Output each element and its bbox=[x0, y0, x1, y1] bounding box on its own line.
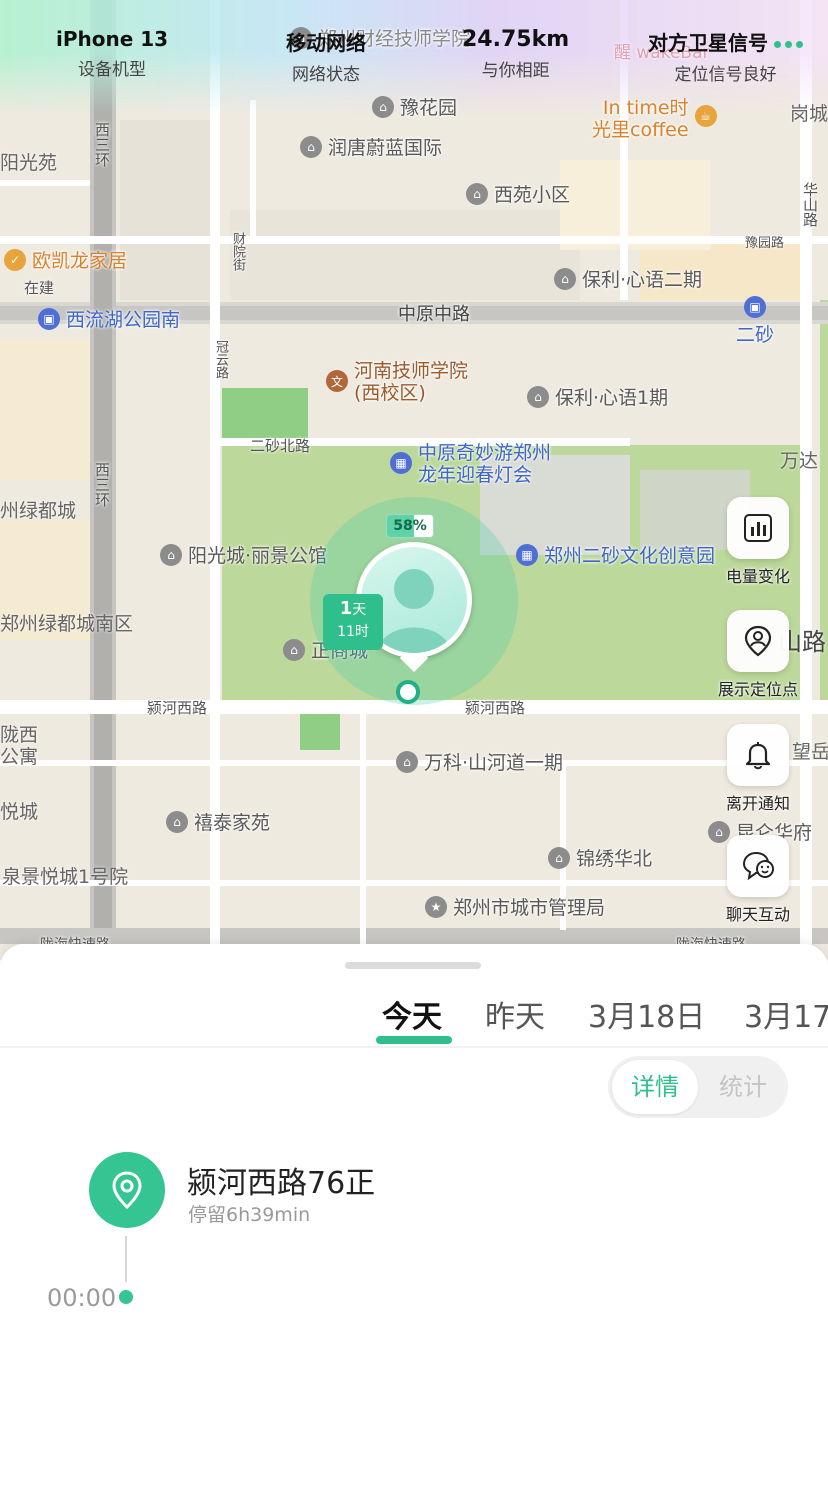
stat-network: 移动网络 网络状态 bbox=[286, 31, 366, 85]
sheet-drag-handle[interactable] bbox=[345, 962, 481, 969]
poi-ersha-culture[interactable]: ▦ 郑州二砂文化创意园 bbox=[516, 541, 715, 568]
poi-intime[interactable]: In time时 光里coffee ☕ bbox=[592, 97, 717, 141]
poi-oukailong[interactable]: ✓ 欧凯龙家居 bbox=[4, 246, 127, 273]
show-location-points-button[interactable]: 展示定位点 bbox=[712, 610, 804, 700]
timeline-dot bbox=[119, 1290, 133, 1304]
poi-runtang[interactable]: ⌂ 润唐蔚蓝国际 bbox=[300, 133, 442, 160]
government-icon: ★ bbox=[425, 895, 447, 918]
road-label: 西三环 bbox=[93, 462, 111, 507]
venue-icon: ▦ bbox=[516, 543, 538, 566]
poi-chengguan[interactable]: ★ 郑州市城市管理局 bbox=[425, 893, 605, 920]
school-icon: 文 bbox=[326, 370, 348, 392]
road-label: 财院街 bbox=[230, 232, 245, 271]
stay-duration-badge: 1天 11时 bbox=[323, 594, 383, 650]
poi-zhongyuan-fair[interactable]: ▦ 中原奇妙游郑州 龙年迎春灯会 bbox=[390, 442, 551, 486]
house-icon: ⌂ bbox=[160, 543, 182, 566]
poi-gangcheng: 岗城 bbox=[790, 103, 828, 125]
road-label: 中原中路 bbox=[398, 304, 470, 325]
poi-jinxiu[interactable]: ⌂ 锦绣华北 bbox=[548, 844, 652, 871]
house-icon: ⌂ bbox=[372, 95, 394, 118]
area-label: 州绿都城 bbox=[0, 500, 77, 522]
bar-chart-icon bbox=[727, 497, 789, 559]
road-label: 颍河西路 bbox=[147, 699, 208, 717]
tab-march-17[interactable]: 3月17 bbox=[744, 992, 828, 1036]
poi-xiyuan[interactable]: ⌂ 西苑小区 bbox=[466, 180, 570, 207]
road-label: 华山路 bbox=[801, 182, 819, 227]
area-label: 公寓 bbox=[0, 746, 39, 768]
battery-history-button[interactable]: 电量变化 bbox=[712, 497, 804, 587]
venue-icon: ▦ bbox=[390, 452, 412, 474]
house-icon: ⌂ bbox=[166, 810, 188, 833]
poi-quanjing: 泉景悦城1号院 bbox=[2, 866, 129, 888]
active-tab-indicator bbox=[376, 1036, 452, 1044]
road-label: 西三环 bbox=[93, 122, 111, 167]
stat-device-model: iPhone 13 设备机型 bbox=[56, 27, 169, 80]
house-icon: ⌂ bbox=[554, 267, 576, 290]
stop-time: 00:00 bbox=[47, 1284, 117, 1312]
road-label: 豫园路 bbox=[745, 236, 785, 251]
stat-satellite: 对方卫星信号 定位信号良好 bbox=[648, 27, 803, 85]
metro-icon: ▣ bbox=[38, 307, 60, 330]
poi-baoli1[interactable]: ⌂ 保利·心语1期 bbox=[527, 383, 668, 410]
tab-march-18[interactable]: 3月18日 bbox=[588, 992, 705, 1036]
poi-ersha-station[interactable]: ▣ 二砂 bbox=[736, 296, 774, 347]
battery-badge: 58% bbox=[386, 514, 434, 538]
segment-stats[interactable]: 统计 bbox=[700, 1060, 786, 1114]
view-segment-control: 详情 统计 bbox=[608, 1056, 788, 1118]
history-bottom-sheet: 今天 昨天 3月18日 3月17 详情 统计 颍河西路76正 停留6h39min… bbox=[0, 944, 828, 1498]
leave-notification-button[interactable]: 离开通知 bbox=[712, 724, 804, 814]
road-label: 冠云路 bbox=[213, 340, 228, 379]
poi-zaijian: 在建 bbox=[24, 279, 55, 297]
house-icon: ⌂ bbox=[283, 638, 305, 661]
poi-xitai[interactable]: ⌂ 禧泰家苑 bbox=[166, 808, 270, 835]
metro-icon: ▣ bbox=[744, 296, 766, 318]
poi-yuhuayuan[interactable]: ⌂ 豫花园 bbox=[372, 93, 457, 120]
house-icon: ⌂ bbox=[548, 846, 570, 869]
segment-detail[interactable]: 详情 bbox=[612, 1060, 698, 1114]
tab-today[interactable]: 今天 bbox=[382, 992, 442, 1036]
poi-henanjishi[interactable]: 文河南技师学院 (西校区) bbox=[326, 360, 468, 404]
house-icon: ⌂ bbox=[527, 385, 549, 408]
coffee-icon: ☕ bbox=[694, 105, 717, 127]
shop-icon: ✓ bbox=[4, 248, 26, 271]
house-icon: ⌂ bbox=[300, 135, 322, 158]
chat-interaction-button[interactable]: 聊天互动 bbox=[712, 835, 804, 925]
road-label: 颍河西路 bbox=[465, 699, 526, 717]
tab-yesterday[interactable]: 昨天 bbox=[485, 992, 545, 1036]
stop-duration: 停留6h39min bbox=[188, 1204, 311, 1226]
stat-distance: 24.75km 与你相距 bbox=[462, 27, 570, 81]
area-label: 悦城 bbox=[0, 801, 39, 823]
location-pin-icon bbox=[89, 1152, 165, 1228]
poi-wanke[interactable]: ⌂ 万科·山河道一期 bbox=[396, 748, 563, 775]
bell-icon bbox=[727, 724, 789, 786]
location-person-icon bbox=[727, 610, 789, 672]
poi-yangguangcheng[interactable]: ⌂ 阳光城·丽景公馆 bbox=[160, 541, 327, 568]
timeline-connector bbox=[125, 1236, 127, 1282]
signal-dots-icon bbox=[774, 41, 803, 48]
map-view[interactable]: 中原中路 二砂北路 颍河西路 颍河西路 西三环 西三环 华山路 豫园路 财院街 … bbox=[0, 0, 828, 960]
area-label: 郑州绿都城南区 bbox=[0, 613, 134, 635]
area-label: 阳光苑 bbox=[0, 152, 58, 174]
house-icon: ⌂ bbox=[396, 750, 418, 773]
poi-xiliuhu[interactable]: ▣ 西流湖公园南 bbox=[38, 305, 180, 332]
chat-icon bbox=[727, 835, 789, 897]
divider bbox=[0, 1046, 828, 1048]
poi-baoli2[interactable]: ⌂ 保利·心语二期 bbox=[554, 265, 702, 292]
house-icon: ⌂ bbox=[466, 182, 488, 205]
current-location-dot bbox=[396, 680, 420, 704]
stop-location-name[interactable]: 颍河西路76正 bbox=[187, 1158, 375, 1202]
road-label: 二砂北路 bbox=[250, 437, 311, 455]
poi-wanda: 万达 bbox=[780, 450, 819, 472]
